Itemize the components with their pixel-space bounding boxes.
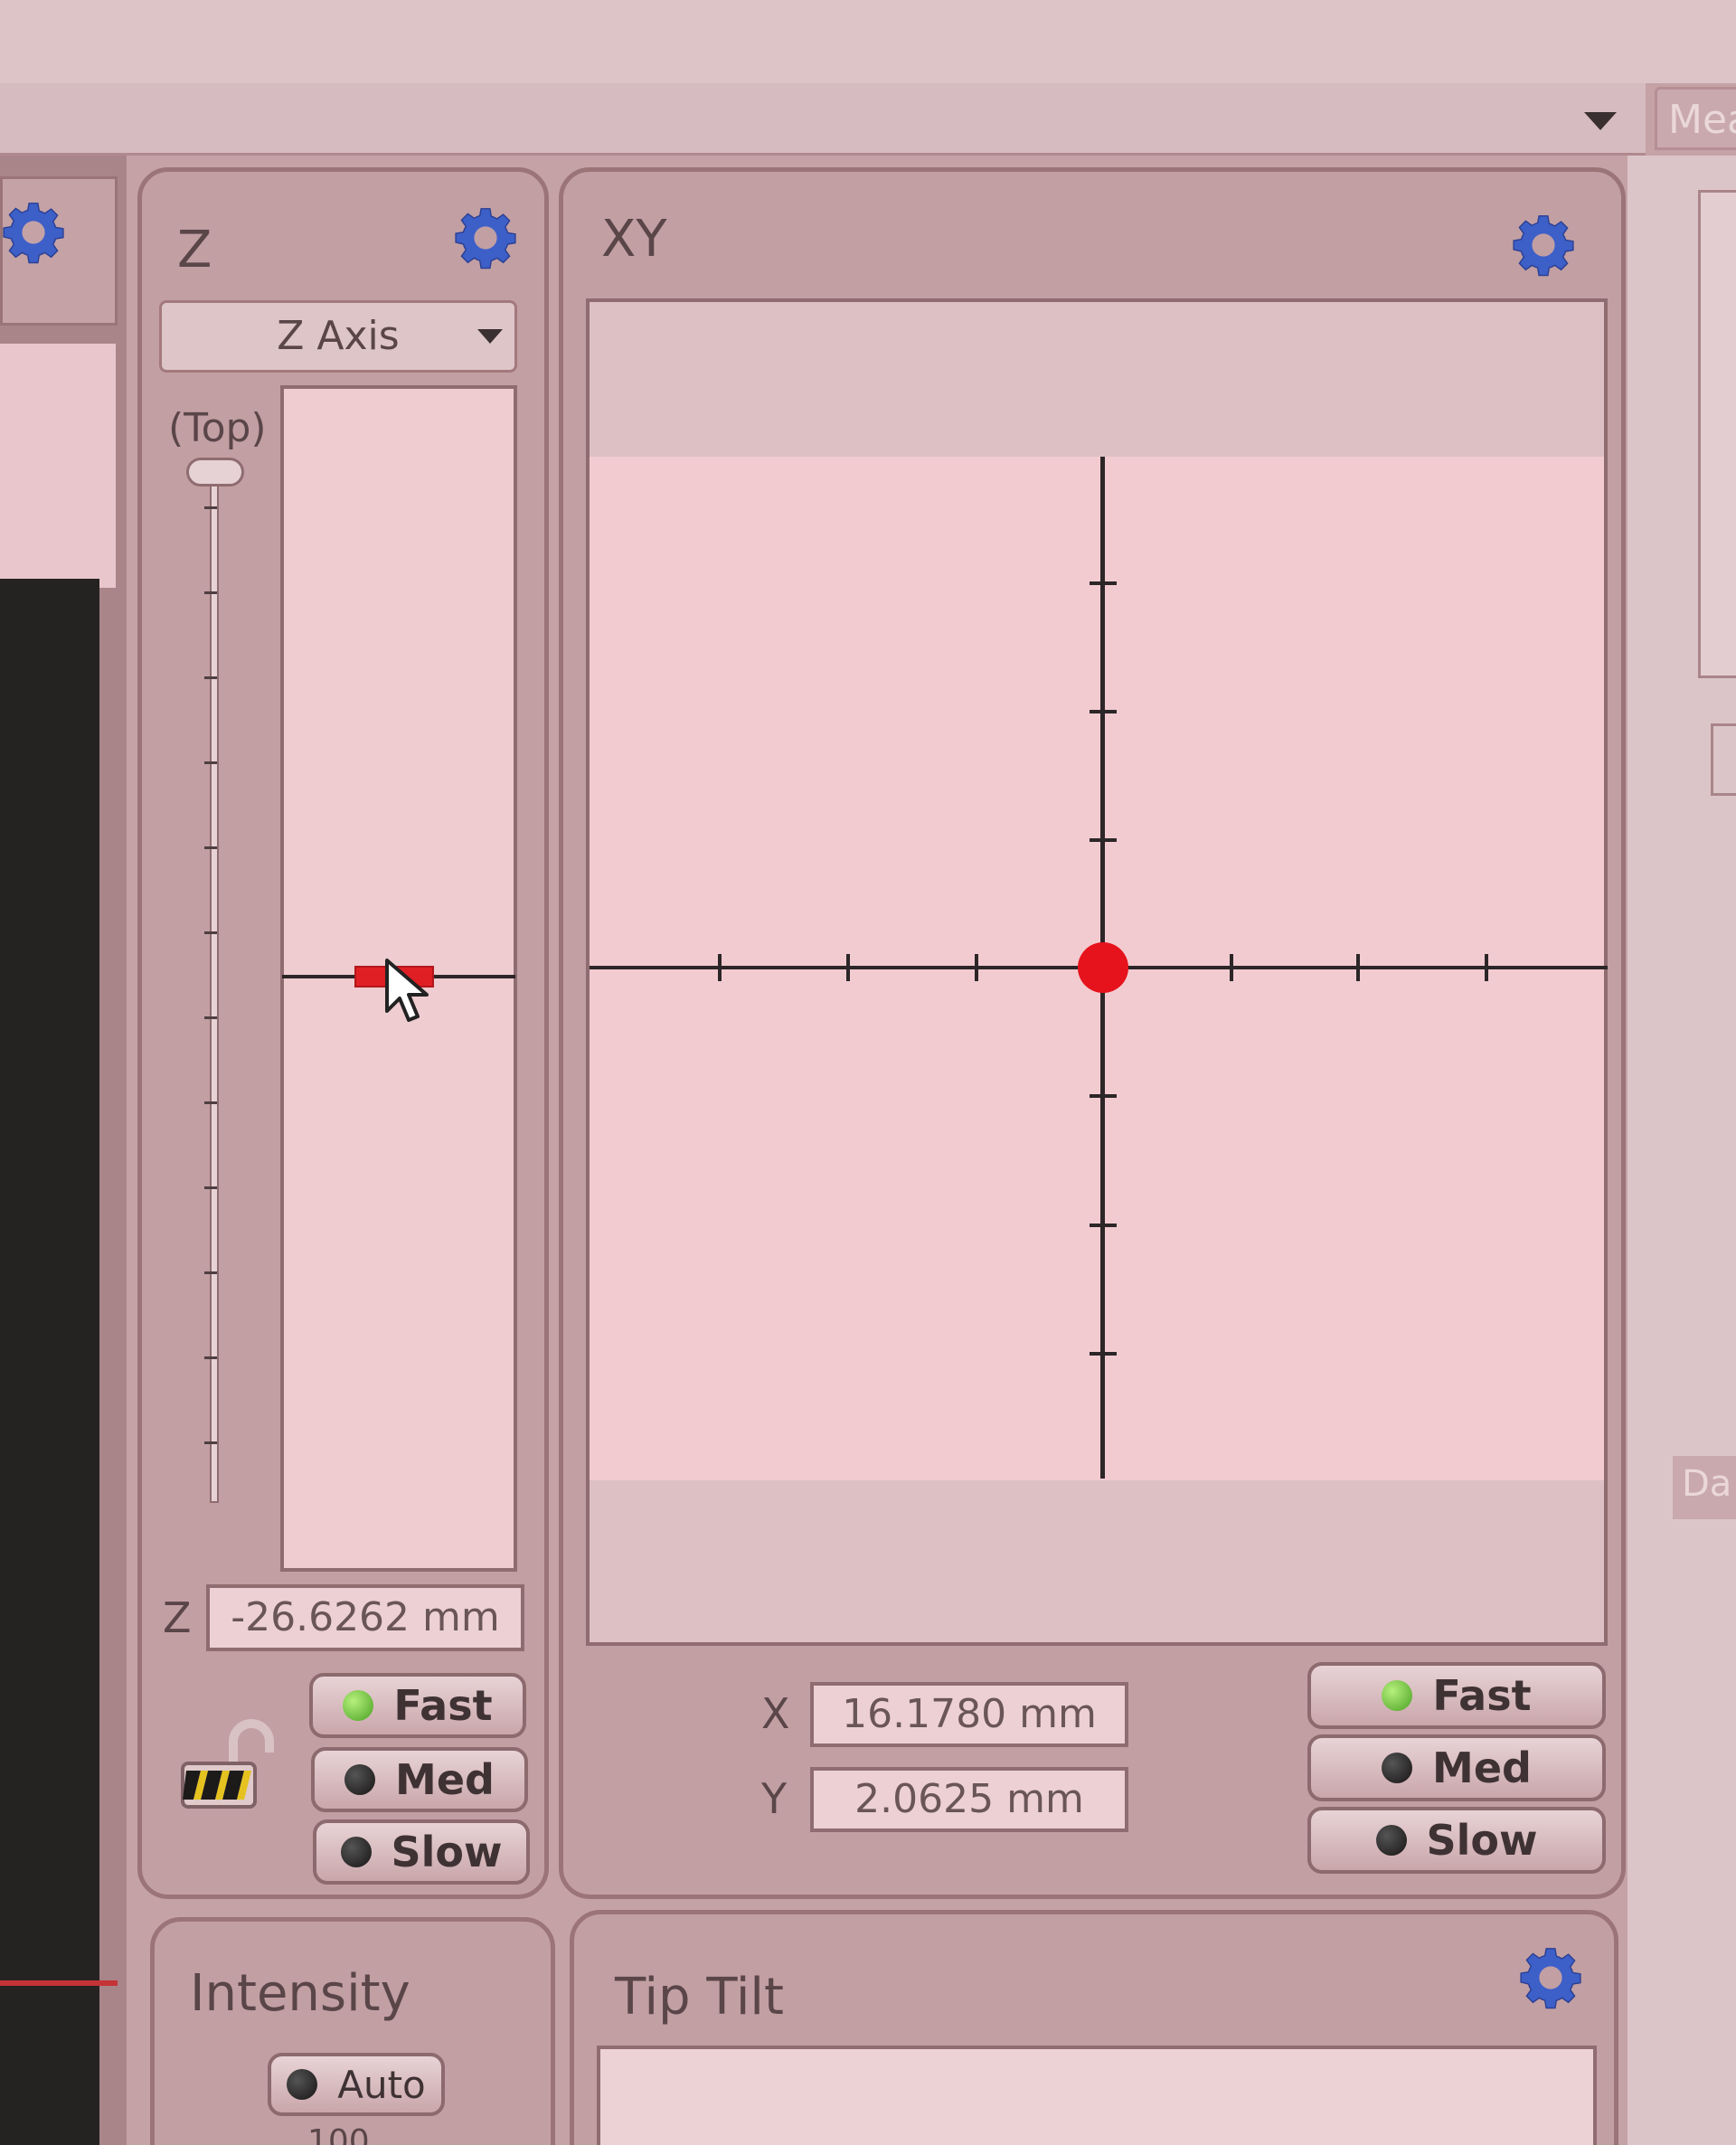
intensity-panel-title: Intensity <box>190 1964 410 2023</box>
right-panel-small-box[interactable] <box>1711 723 1736 796</box>
status-led-icon <box>343 1690 374 1721</box>
z-slider-track[interactable] <box>210 470 219 1503</box>
toolbar-dropdown-arrow-icon[interactable] <box>1584 112 1617 130</box>
xy-x-tick <box>1485 954 1488 981</box>
z-readout-label: Z <box>163 1593 192 1642</box>
xy-y-tick <box>1090 1094 1117 1098</box>
z-slider-tick <box>204 676 217 679</box>
z-fast-label: Fast <box>393 1681 493 1730</box>
x-readout-label: X <box>761 1689 790 1738</box>
left-preview-light <box>0 344 116 588</box>
xy-x-tick <box>718 954 722 981</box>
tip-tilt-panel-title: Tip Tilt <box>615 1968 784 2027</box>
z-slider-tick <box>204 1016 217 1019</box>
top-bar <box>0 0 1736 83</box>
dropdown-arrow-icon[interactable] <box>477 329 503 344</box>
xy-y-tick <box>1090 838 1117 842</box>
z-slider-tick <box>204 506 217 509</box>
z-slider-tick <box>204 761 217 764</box>
xy-position-marker[interactable] <box>1078 942 1128 993</box>
status-led-icon <box>340 1837 372 1867</box>
intensity-value: 100 <box>307 2123 370 2145</box>
xy-x-tick <box>846 954 850 981</box>
z-axis-dropdown[interactable]: Z Axis <box>159 300 517 373</box>
z-slider-tick <box>204 1356 217 1359</box>
xy-fast-button[interactable]: Fast <box>1307 1662 1606 1729</box>
gear-icon[interactable] <box>1519 1946 1582 2009</box>
xy-y-tick <box>1090 581 1117 585</box>
gear-icon[interactable] <box>1512 213 1575 277</box>
intensity-auto-button[interactable]: Auto <box>268 2053 445 2116</box>
toolbar-strip <box>0 83 1646 156</box>
y-position-readout[interactable]: 2.0625 mm <box>810 1767 1128 1832</box>
left-red-indicator <box>0 1980 118 1986</box>
data-tab[interactable]: Da <box>1673 1456 1736 1519</box>
xy-y-tick <box>1090 710 1117 713</box>
z-slider-tick <box>204 1101 217 1104</box>
z-slow-button[interactable]: Slow <box>313 1819 530 1885</box>
z-slider-tick <box>204 1271 217 1274</box>
cursor-icon <box>385 959 429 1022</box>
z-med-button[interactable]: Med <box>311 1747 528 1812</box>
lock-icon[interactable] <box>172 1709 289 1827</box>
xy-x-tick <box>975 954 978 981</box>
tip-tilt-canvas[interactable] <box>597 2046 1597 2145</box>
z-position-readout[interactable]: -26.6262 mm <box>206 1584 524 1651</box>
status-led-icon <box>1382 1680 1413 1711</box>
xy-slow-button[interactable]: Slow <box>1307 1807 1606 1874</box>
right-panel-box <box>1698 190 1736 678</box>
status-led-icon <box>1375 1825 1407 1856</box>
gear-icon[interactable] <box>454 206 517 269</box>
z-top-label: (Top) <box>168 405 267 451</box>
x-position-readout[interactable]: 16.1780 mm <box>810 1682 1128 1747</box>
xy-y-tick <box>1090 1352 1117 1356</box>
z-med-label: Med <box>395 1755 495 1804</box>
left-preview-image <box>0 579 99 2145</box>
gear-icon[interactable] <box>2 201 65 264</box>
y-readout-label: Y <box>761 1774 788 1823</box>
z-slider-tick <box>204 846 217 849</box>
z-slider-tick <box>204 591 217 594</box>
measure-tab[interactable]: Mea <box>1655 87 1736 150</box>
xy-med-button[interactable]: Med <box>1307 1734 1606 1801</box>
z-fast-button[interactable]: Fast <box>309 1673 526 1738</box>
xy-x-tick <box>1230 954 1233 981</box>
status-led-icon <box>1382 1753 1413 1783</box>
status-led-icon <box>344 1764 376 1795</box>
xy-y-tick <box>1090 1224 1117 1227</box>
xy-x-tick <box>1356 954 1360 981</box>
status-led-icon <box>287 2069 318 2100</box>
z-slow-label: Slow <box>391 1828 503 1876</box>
xy-med-label: Med <box>1432 1743 1532 1792</box>
xy-fast-label: Fast <box>1432 1671 1532 1720</box>
intensity-auto-label: Auto <box>337 2062 426 2107</box>
z-slider-tick <box>204 1441 217 1444</box>
z-slider-tick <box>204 1186 217 1189</box>
xy-slow-label: Slow <box>1426 1816 1538 1865</box>
z-slider-tick <box>204 931 217 934</box>
xy-panel-title: XY <box>601 210 667 269</box>
z-panel-title: Z <box>177 221 212 279</box>
z-slider-thumb[interactable] <box>186 458 244 487</box>
